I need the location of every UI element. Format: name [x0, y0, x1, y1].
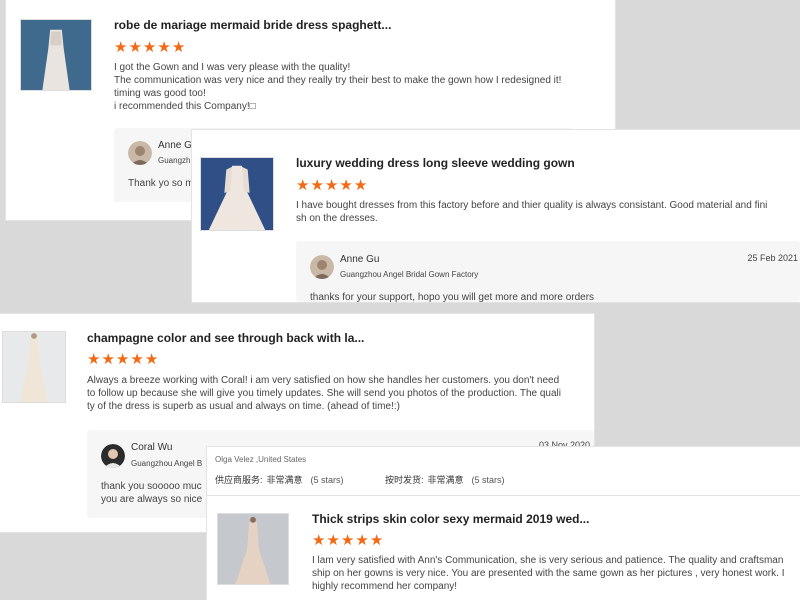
- star-icon: ★: [312, 531, 326, 549]
- star-icon: ★: [101, 350, 115, 368]
- star-icon: ★: [142, 38, 157, 56]
- star-icon: ★: [157, 38, 171, 56]
- product-thumbnail[interactable]: [2, 331, 66, 403]
- star-rating: ★ ★ ★ ★ ★: [114, 40, 185, 55]
- wedding-dress-image: [201, 158, 273, 230]
- star-icon: ★: [310, 176, 324, 194]
- rating-value: 非常满意: [427, 475, 464, 485]
- star-icon: ★: [340, 531, 355, 549]
- rating-label: 供应商服务:: [215, 475, 263, 485]
- rating-count: (5 stars): [471, 475, 505, 485]
- wedding-dress-image: [218, 514, 288, 584]
- reply-author-name: Coral Wu: [131, 442, 173, 453]
- star-icon: ★: [324, 176, 339, 194]
- product-thumbnail[interactable]: [200, 157, 274, 231]
- wedding-dress-image: [3, 332, 65, 402]
- rating-count: (5 stars): [310, 475, 344, 485]
- divider: [207, 495, 800, 496]
- review-text: I have bought dresses from this factory …: [296, 200, 768, 224]
- reply-date: 25 Feb 2021: [747, 253, 798, 263]
- rating-label: 按时发货:: [385, 475, 424, 485]
- review-text: I lam very satisfied with Ann's Communic…: [312, 555, 785, 592]
- review-text: Always a breeze working with Coral! i am…: [87, 375, 561, 412]
- reply-author-name: Anne Gu: [340, 254, 380, 265]
- rating-value: 非常满意: [266, 475, 303, 485]
- product-title[interactable]: champagne color and see through back wit…: [87, 331, 364, 345]
- avatar: [310, 255, 334, 279]
- product-thumbnail[interactable]: [20, 19, 92, 91]
- review-text: I got the Gown and I was very please wit…: [114, 62, 562, 112]
- star-rating: ★ ★ ★ ★ ★: [87, 352, 158, 367]
- on-time-delivery-rating: 按时发货: 非常满意 (5 stars): [385, 473, 505, 486]
- star-icon: ★: [339, 176, 353, 194]
- reply-text: thanks for your support, hopo you will g…: [310, 292, 595, 302]
- supplier-reply: Anne Gu Guangzhou Angel Bridal Gown Fact…: [296, 241, 800, 302]
- star-icon: ★: [130, 350, 144, 368]
- star-icon: ★: [326, 531, 340, 549]
- star-icon: ★: [115, 350, 130, 368]
- review-card: Olga Velez ,United States 供应商服务: 非常满意 (5 s…: [207, 447, 800, 600]
- reply-company: Guangzhou Angel B: [131, 459, 203, 468]
- star-icon: ★: [144, 350, 159, 368]
- star-icon: ★: [353, 176, 368, 194]
- star-icon: ★: [355, 531, 369, 549]
- reply-company: Guangzhou Angel Bridal Gown Factory: [340, 270, 479, 279]
- star-icon: ★: [296, 176, 310, 194]
- product-thumbnail[interactable]: [217, 513, 289, 585]
- star-icon: ★: [128, 38, 142, 56]
- star-icon: ★: [369, 531, 384, 549]
- reply-author-name: Anne G: [158, 140, 192, 151]
- star-icon: ★: [114, 38, 128, 56]
- star-rating: ★ ★ ★ ★ ★: [296, 178, 367, 193]
- star-rating: ★ ★ ★ ★ ★: [312, 533, 383, 548]
- product-title[interactable]: luxury wedding dress long sleeve wedding…: [296, 156, 575, 170]
- star-icon: ★: [171, 38, 186, 56]
- product-title[interactable]: robe de mariage mermaid bride dress spag…: [114, 18, 391, 32]
- star-icon: ★: [87, 350, 101, 368]
- avatar: [101, 444, 125, 468]
- review-card: luxury wedding dress long sleeve wedding…: [192, 130, 800, 302]
- wedding-dress-image: [21, 20, 91, 90]
- avatar: [128, 141, 152, 165]
- reply-company: Guangzh: [158, 156, 191, 165]
- product-title[interactable]: Thick strips skin color sexy mermaid 201…: [312, 512, 589, 526]
- reviewer-info: Olga Velez ,United States: [215, 455, 307, 464]
- supplier-service-rating: 供应商服务: 非常满意 (5 stars): [215, 473, 344, 486]
